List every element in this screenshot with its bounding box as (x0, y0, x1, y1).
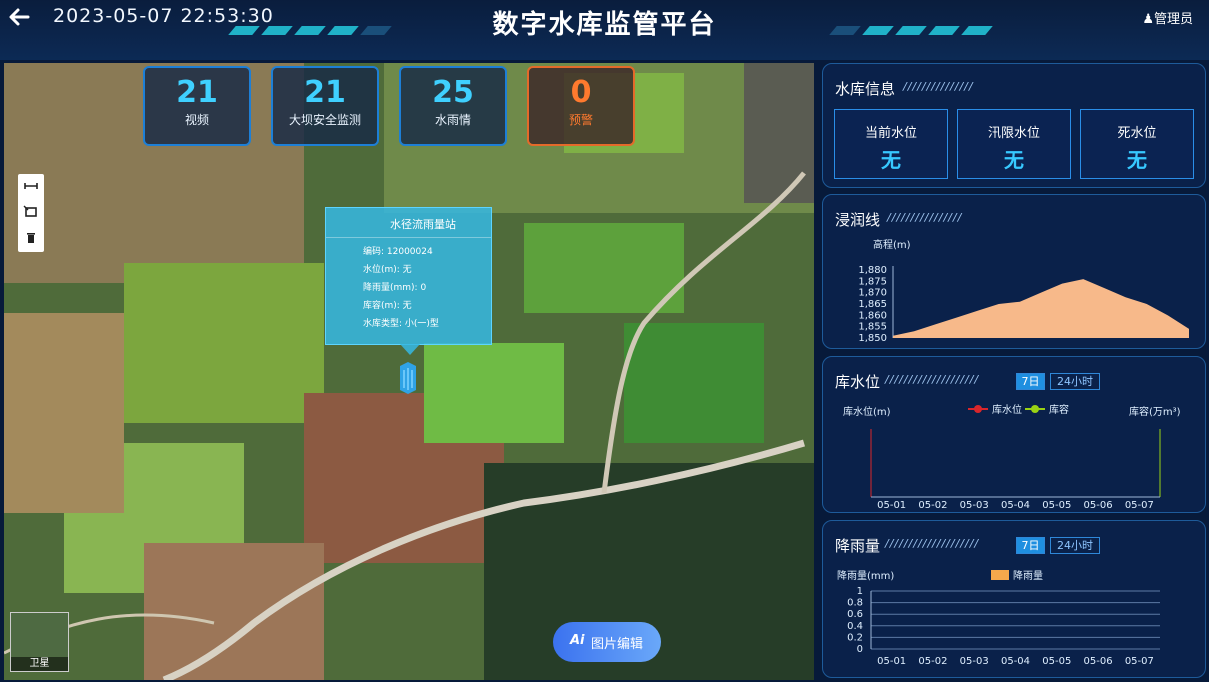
y-tick-label: 1,880 (858, 265, 887, 276)
y-axis-label: 库水位(m) (843, 405, 891, 418)
legend-swatch (991, 570, 1009, 580)
ai-button-label: 图片编辑 (591, 637, 644, 652)
popup-title-text: 水径流雨量站 (390, 218, 456, 231)
stat-label: 水雨情 (434, 113, 471, 127)
panel-title: 水库信息 (835, 80, 896, 98)
popup-field: 水位(m): 无 (363, 265, 412, 275)
current-water-level-card: 当前水位无 (834, 109, 948, 179)
user-menu[interactable]: ♟管理员 (1142, 8, 1193, 27)
water-level-chart: 库水位(m) 库容(万m³) 库水位 库容 05-01 05-02 05-03 05-04 05… (843, 403, 1181, 511)
y-tick-label: 0.4 (847, 621, 863, 632)
y-tick-label: 0.2 (847, 632, 863, 643)
flood-limit-level-card: 汛限水位无 (957, 109, 1071, 179)
y-tick-label: 1,860 (858, 310, 887, 321)
card-value: 无 (1127, 148, 1147, 172)
y-tick-label: 0.6 (847, 609, 863, 620)
x-tick-label: 05-01 (877, 656, 906, 667)
trash-icon[interactable] (22, 229, 40, 247)
stat-value: 0 (570, 75, 592, 110)
layer-switcher-satellite[interactable]: 卫星 (10, 612, 69, 672)
legend-label: 降雨量 (1013, 569, 1043, 582)
legend-label: 库水位 (992, 403, 1022, 416)
y2-axis-label: 库容(万m³) (1129, 405, 1181, 418)
dead-water-level-card: 死水位无 (1080, 109, 1194, 179)
header-bar: 2023-05-07 22:53:30 数字水库监管平台 ♟管理员 (0, 0, 1209, 60)
stat-label: 视频 (184, 113, 209, 127)
popup-field: 水库类型: 小(一)型 (363, 319, 439, 329)
page-title: 数字水库监管平台 (492, 10, 717, 40)
x-tick-label: 05-07 (1125, 500, 1154, 511)
card-label: 死水位 (1117, 126, 1157, 141)
map-toolbar (18, 174, 44, 252)
stat-value: 21 (304, 75, 346, 110)
popup-pointer (400, 344, 420, 355)
title-decoration: /////////////// (903, 80, 974, 93)
station-marker-icon[interactable] (398, 362, 418, 394)
header-decoration-right (829, 26, 993, 35)
stat-value: 25 (432, 75, 474, 110)
y-axis-label: 降雨量(mm) (837, 569, 894, 582)
user-icon: ♟ (1142, 12, 1154, 27)
y-tick-label: 0 (857, 644, 863, 655)
y-tick-label: 1,870 (858, 288, 887, 299)
x-tick-label: 05-02 (918, 656, 947, 667)
stat-card-warning[interactable]: 0 预警 (527, 66, 635, 146)
app-root: 2023-05-07 22:53:30 数字水库监管平台 ♟管理员 21 视频 2… (0, 0, 1209, 682)
popup-field: 库容(m): 无 (363, 301, 412, 311)
stat-value: 21 (176, 75, 218, 110)
measure-distance-icon[interactable] (22, 177, 40, 195)
legend-marker (1031, 405, 1039, 413)
station-popup: 水径流雨量站 编码: 12000024 水位(m): 无 降雨量(mm): 0 … (325, 207, 492, 355)
stat-card-dam-safety[interactable]: 21 大坝安全监测 (271, 66, 379, 146)
water-level-panel: 库水位 //////////////////// 7日 24小时 库水位(m) 库… (822, 356, 1206, 513)
ai-icon: Ai (570, 633, 585, 648)
y-axis-label: 高程(m) (873, 238, 911, 251)
seepage-chart: 高程(m) 1,8801,8751,8701,8651,8601,8551,850 (858, 238, 1189, 344)
x-tick-label: 05-06 (1084, 656, 1113, 667)
stat-card-video[interactable]: 21 视频 (143, 66, 251, 146)
y-tick-label: 1 (857, 586, 863, 597)
x-tick-label: 05-06 (1084, 500, 1113, 511)
user-name: 管理员 (1153, 12, 1193, 27)
seepage-area (893, 279, 1189, 338)
y-tick-label: 0.8 (847, 598, 863, 609)
x-tick-label: 05-05 (1042, 656, 1071, 667)
popup-field: 编码: 12000024 (363, 247, 433, 257)
rainfall-chart: 降雨量(mm) 降雨量 10.80.60.40.20 05-01 05-02 05-03 0… (837, 569, 1160, 667)
x-tick-label: 05-03 (960, 500, 989, 511)
y-tick-label: 1,850 (858, 333, 887, 344)
popup-field: 降雨量(mm): 0 (363, 283, 427, 293)
ai-image-edit-button[interactable]: Ai 图片编辑 (553, 622, 661, 662)
header-decoration-left (228, 26, 392, 35)
y-tick-label: 1,865 (858, 299, 887, 310)
legend-marker (974, 405, 982, 413)
seepage-line-panel: 浸润线 //////////////// 高程(m) 1,880 1,875 1,87… (822, 194, 1206, 349)
x-tick-label: 05-03 (960, 656, 989, 667)
y-tick-label: 1,875 (858, 276, 887, 287)
x-tick-label: 05-05 (1042, 500, 1071, 511)
rainfall-panel: 降雨量 //////////////////// 7日 24小时 降雨量(mm)… (822, 520, 1206, 678)
legend-label: 库容 (1049, 403, 1069, 416)
reservoir-info-panel: 水库信息 /////////////// 当前水位无 汛限水位无 死水位无 (822, 63, 1206, 188)
stat-label: 预警 (568, 113, 593, 127)
x-tick-label: 05-04 (1001, 500, 1030, 511)
x-tick-label: 05-01 (877, 500, 906, 511)
card-label: 汛限水位 (987, 126, 1040, 141)
stat-card-water-rain[interactable]: 25 水雨情 (399, 66, 507, 146)
card-value: 无 (1004, 148, 1024, 172)
layer-label: 卫星 (11, 657, 68, 671)
y-tick-label: 1,855 (858, 322, 887, 333)
card-value: 无 (881, 148, 901, 172)
stat-label: 大坝安全监测 (288, 113, 361, 127)
x-tick-label: 05-07 (1125, 656, 1154, 667)
popup-title: 水径流雨量站 (326, 208, 491, 238)
measure-area-icon[interactable] (22, 203, 40, 221)
card-label: 当前水位 (864, 126, 917, 141)
x-tick-label: 05-02 (918, 500, 947, 511)
x-tick-label: 05-04 (1001, 656, 1030, 667)
